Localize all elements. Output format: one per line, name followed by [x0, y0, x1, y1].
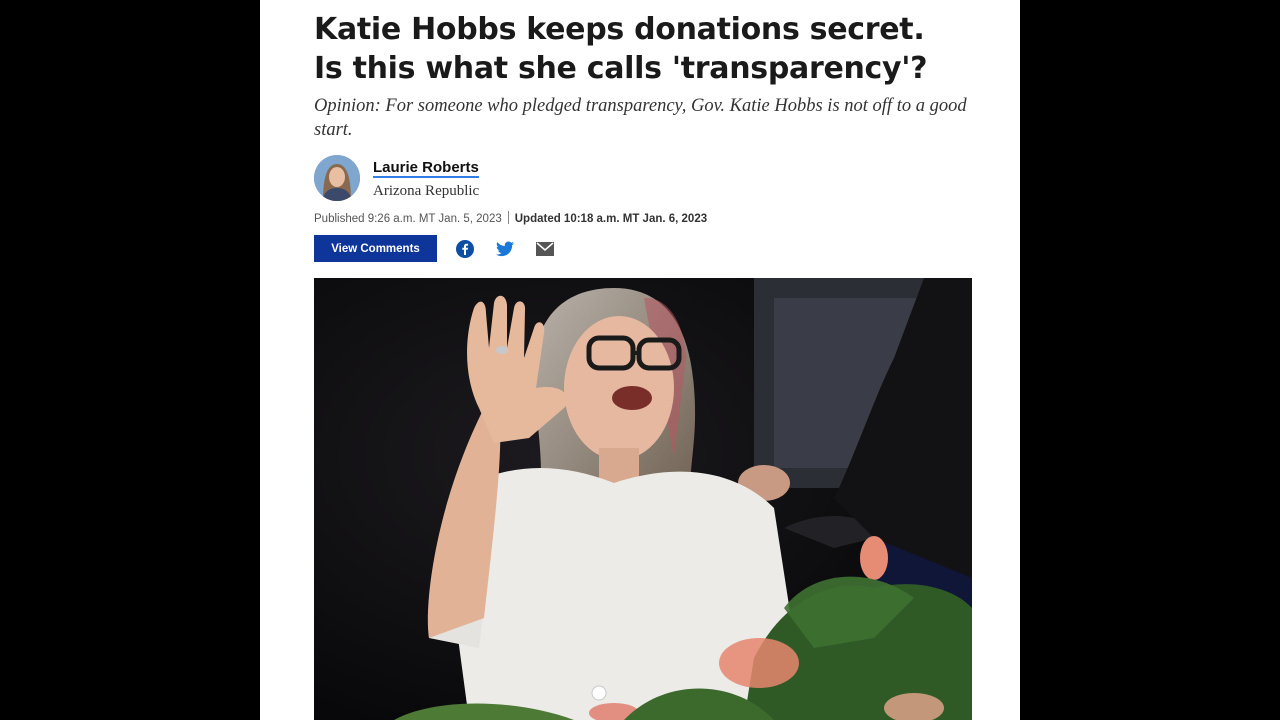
byline: Laurie Roberts Arizona Republic — [314, 154, 714, 206]
view-comments-button[interactable]: View Comments — [314, 235, 437, 262]
author-avatar[interactable] — [314, 155, 360, 201]
author-name-link[interactable]: Laurie Roberts — [373, 159, 479, 178]
article-actions: View Comments — [314, 235, 614, 262]
published-date: Published 9:26 a.m. MT Jan. 5, 2023 — [314, 213, 502, 225]
headline-line-1: Katie Hobbs keeps donations secret. — [314, 12, 925, 47]
email-icon[interactable] — [536, 240, 554, 258]
updated-date: Updated 10:18 a.m. MT Jan. 6, 2023 — [514, 213, 708, 225]
article-lead-photo[interactable] — [314, 278, 972, 720]
article-page: Katie Hobbs keeps donations secret. Is t… — [260, 0, 1020, 720]
article-headline: Katie Hobbs keeps donations secret. Is t… — [314, 10, 974, 88]
facebook-icon[interactable] — [456, 240, 474, 258]
lead-photo-illustration — [314, 278, 972, 720]
author-organization: Arizona Republic — [373, 183, 480, 199]
date-divider — [507, 211, 509, 224]
headline-line-2: Is this what she calls 'transparency'? — [314, 51, 928, 86]
twitter-icon[interactable] — [496, 240, 514, 258]
article-timestamps: Published 9:26 a.m. MT Jan. 5, 2023 Updat… — [314, 211, 707, 225]
article-summary: Opinion: For someone who pledged transpa… — [314, 96, 967, 140]
